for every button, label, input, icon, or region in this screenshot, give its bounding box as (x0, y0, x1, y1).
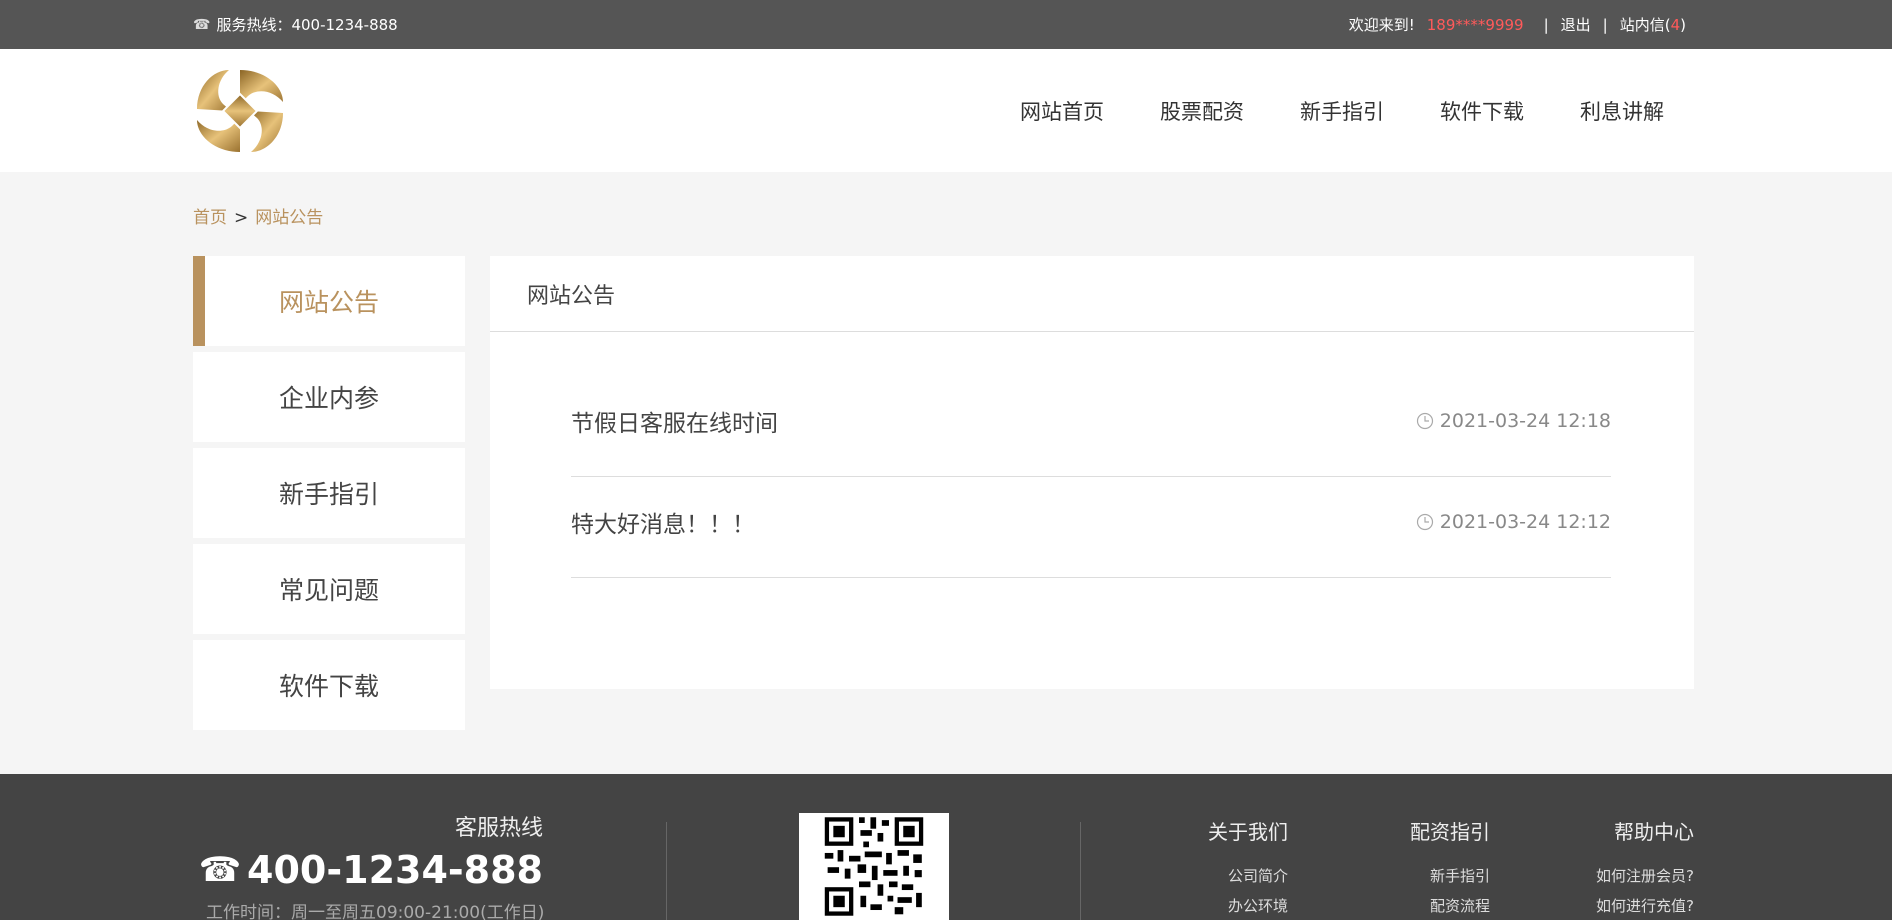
breadcrumb: 首页 > 网站公告 (193, 203, 323, 228)
footer-link-beginner-guide[interactable]: 新手指引 (1410, 861, 1490, 891)
footer-col-title: 配资指引 (1410, 820, 1490, 844)
footer-link-how-to-recharge[interactable]: 如何进行充值? (1596, 891, 1694, 920)
notice-time: 2021-03-24 12:12 (1439, 511, 1611, 533)
site-header: 网站首页 股票配资 新手指引 软件下载 利息讲解 (0, 49, 1892, 172)
user-phone-link[interactable]: 189****9999 (1427, 16, 1524, 34)
footer-hotline: 客服热线 ☎ 400-1234-888 (199, 810, 543, 892)
announcement-panel: 网站公告 节假日客服在线时间 2021-03-24 12:18 特大好消息！！！… (490, 256, 1694, 689)
notice-list: 节假日客服在线时间 2021-03-24 12:18 特大好消息！！！ 2021… (571, 376, 1611, 578)
notice-title[interactable]: 节假日客服在线时间 (571, 404, 778, 438)
inbox-label: 站内信 (1619, 16, 1665, 34)
qr-code (799, 813, 949, 920)
sidebar: 网站公告 企业内参 新手指引 常见问题 软件下载 (193, 256, 465, 736)
footer-col-title: 关于我们 (1208, 820, 1288, 844)
notice-title[interactable]: 特大好消息！！！ (571, 505, 755, 539)
qr-code-icon (820, 813, 928, 920)
footer-col-title: 帮助中心 (1614, 820, 1694, 844)
sidebar-item-software-download[interactable]: 软件下载 (193, 640, 465, 730)
nav-software-download[interactable]: 软件下载 (1440, 96, 1524, 126)
sidebar-item-enterprise-reference[interactable]: 企业内参 (193, 352, 465, 442)
sidebar-item-announcements[interactable]: 网站公告 (193, 256, 465, 346)
notice-meta: 2021-03-24 12:12 (1416, 511, 1611, 533)
footer-link-office-environment[interactable]: 办公环境 (1208, 891, 1288, 920)
footer-col-about: 关于我们 公司简介 办公环境 (1208, 816, 1288, 920)
breadcrumb-home[interactable]: 首页 (193, 208, 227, 228)
user-area: 欢迎来到! 189****9999 | 退出 | 站内信(4) (1349, 0, 1686, 49)
list-item: 节假日客服在线时间 2021-03-24 12:18 (571, 376, 1611, 477)
nav-home[interactable]: 网站首页 (1020, 96, 1104, 126)
inbox-close-paren: ) (1680, 16, 1686, 34)
inbox-link[interactable]: 站内信(4) (1620, 14, 1686, 35)
breadcrumb-current[interactable]: 网站公告 (255, 208, 323, 228)
notice-time: 2021-03-24 12:18 (1439, 410, 1611, 432)
separator: | (1543, 15, 1549, 34)
phone-icon: ☎ (193, 16, 211, 33)
breadcrumb-separator: > (234, 208, 249, 228)
footer-hotline-number: ☎ 400-1234-888 (199, 848, 543, 892)
phone-icon: ☎ (198, 850, 242, 890)
separator: | (1602, 15, 1608, 34)
welcome-text: 欢迎来到! (1348, 16, 1415, 34)
footer-col-help: 帮助中心 如何注册会员? 如何进行充值? (1596, 816, 1694, 920)
clock-icon (1416, 412, 1433, 430)
logo-emblem-icon (197, 70, 283, 152)
notice-meta: 2021-03-24 12:18 (1416, 410, 1611, 432)
inbox-count: 4 (1670, 16, 1681, 34)
footer-divider (666, 822, 667, 920)
list-item: 特大好消息！！！ 2021-03-24 12:12 (571, 477, 1611, 578)
main-nav: 网站首页 股票配资 新手指引 软件下载 利息讲解 (1020, 49, 1664, 172)
hotline-label: 服务热线： (216, 16, 292, 34)
nav-beginner-guide[interactable]: 新手指引 (1300, 96, 1384, 126)
footer-divider (1080, 822, 1081, 920)
logout-link[interactable]: 退出 (1561, 14, 1591, 35)
footer-hotline-value: 400-1234-888 (247, 848, 543, 892)
nav-interest-explain[interactable]: 利息讲解 (1580, 96, 1664, 126)
nav-stock-financing[interactable]: 股票配资 (1160, 96, 1244, 126)
panel-title: 网站公告 (490, 256, 1694, 332)
footer-hotline-label: 客服热线 (454, 816, 543, 841)
footer-link-company-profile[interactable]: 公司简介 (1208, 861, 1288, 891)
sidebar-item-faq[interactable]: 常见问题 (193, 544, 465, 634)
sidebar-item-beginner-guide[interactable]: 新手指引 (193, 448, 465, 538)
service-hotline: ☎ 服务热线： 400-1234-888 (193, 0, 398, 49)
top-bar: ☎ 服务热线： 400-1234-888 欢迎来到! 189****9999 | … (0, 0, 1892, 49)
clock-icon (1416, 513, 1433, 531)
hotline-number: 400-1234-888 (291, 15, 398, 34)
footer-worktime: 工作时间：周一至周五09:00-21:00(工作日) (206, 903, 545, 920)
site-footer: 客服热线 ☎ 400-1234-888 工作时间：周一至周五09:00-21:0… (0, 774, 1892, 920)
footer-link-financing-process[interactable]: 配资流程 (1410, 891, 1490, 920)
site-logo[interactable] (193, 66, 287, 156)
footer-link-how-to-register[interactable]: 如何注册会员? (1596, 861, 1694, 891)
footer-col-guide: 配资指引 新手指引 配资流程 (1410, 816, 1490, 920)
